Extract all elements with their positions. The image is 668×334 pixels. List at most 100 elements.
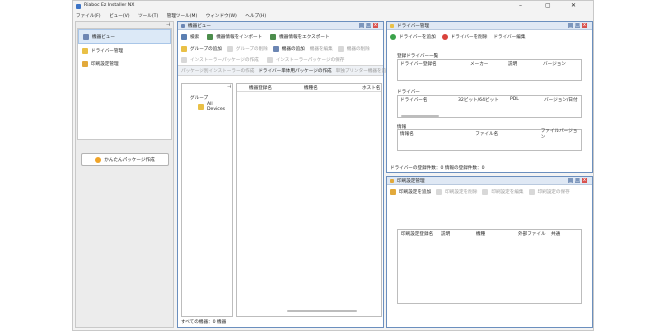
- nav-item-label: ドライバー管理: [91, 48, 124, 54]
- nav-item-print-settings[interactable]: 印刷設定管理: [78, 57, 171, 70]
- menu-window[interactable]: ウィンドウ(W): [206, 12, 237, 21]
- edit-driver-button[interactable]: ドライバー編集: [493, 34, 525, 40]
- delete-device-button[interactable]: 機器の削除: [337, 45, 370, 52]
- panel-close-button[interactable]: x: [582, 178, 587, 183]
- group-tree[interactable]: ⊣ グループ All Devices: [181, 83, 233, 317]
- menu-file[interactable]: ファイル(F): [76, 12, 101, 21]
- edit-device-button[interactable]: 機器を編集: [310, 46, 333, 52]
- package-icon: [181, 56, 187, 63]
- print-settings-list: 印刷設定登録名 説明 機種 外部ファイル 共通: [397, 229, 582, 304]
- add-group-button[interactable]: グループの追加: [181, 45, 222, 52]
- nav-item-label: 機器ビュー: [92, 34, 115, 40]
- search-button[interactable]: 検索: [181, 33, 200, 40]
- tab-driver-package[interactable]: ドライバー単体用パッケージの作成: [258, 68, 331, 74]
- nav-item-device-view[interactable]: 機器ビュー: [78, 29, 171, 44]
- print-settings-panel: 印刷設定管理 _ □ x 印刷設定を追加 印刷設定を削除 印刷設定を編集 印刷設…: [386, 176, 593, 328]
- export-label: 機器情報をエクスポート: [279, 34, 330, 40]
- export-button[interactable]: 機器情報をエクスポート: [270, 33, 330, 40]
- tab-add-printer[interactable]: 単独プリンター機器を追加: [336, 68, 391, 74]
- package-create-label: かんたんパッケージ作成: [104, 157, 155, 163]
- delete-driver-button[interactable]: ドライバーを削除: [441, 33, 487, 40]
- menu-tools[interactable]: ツール(T): [138, 12, 158, 21]
- delete-group-button[interactable]: グループの削除: [226, 45, 268, 52]
- add-device-button[interactable]: 機器の追加: [272, 45, 305, 52]
- column-version-date[interactable]: バージョン/日付: [544, 97, 578, 103]
- column-print-setting-name[interactable]: 印刷設定登録名: [401, 231, 441, 237]
- registered-driver-list: ドライバー登録名 メーカー 説明 バージョン: [397, 59, 582, 81]
- edit-device-label: 機器を編集: [309, 46, 333, 52]
- title-bar: Riaboc Ez Installer NX – ▢ ✕: [73, 1, 593, 12]
- device-toolbar-3: インストーラーパッケージの作成 インストーラーパッケージの保存: [178, 55, 383, 64]
- column-driver-reg-name[interactable]: ドライバー登録名: [400, 61, 470, 67]
- driver-toolbar: ドライバーを追加 ドライバーを削除 ドライバー編集: [387, 32, 592, 41]
- tab-package-installer[interactable]: パッケージ別インストーラーの作成: [181, 68, 254, 74]
- print-add-icon: [390, 188, 396, 195]
- save-installer-button[interactable]: インストーラーパッケージの保存: [266, 56, 344, 63]
- create-installer-button[interactable]: インストーラーパッケージの作成: [181, 56, 259, 63]
- nav-item-driver-mgmt[interactable]: ドライバー管理: [78, 44, 171, 57]
- package-icon: [95, 156, 102, 163]
- save-print-setting-button[interactable]: 印刷設定の保存: [528, 188, 570, 195]
- add-device-label: 機器の追加: [281, 46, 305, 52]
- search-icon: [181, 33, 187, 40]
- device-list-header: 機器登録名 機種名 ホスト名: [237, 84, 381, 92]
- package-create-button[interactable]: かんたんパッケージ作成: [81, 153, 169, 166]
- column-file-name[interactable]: ファイル名: [475, 131, 540, 137]
- column-device-name[interactable]: 機器登録名: [249, 85, 304, 91]
- horizontal-scrollbar[interactable]: [401, 115, 439, 117]
- column-host[interactable]: ホスト名: [362, 85, 380, 91]
- tree-item-all-devices[interactable]: All Devices: [198, 102, 232, 112]
- panel-title: ドライバー管理: [397, 23, 430, 29]
- add-print-setting-button[interactable]: 印刷設定を追加: [390, 188, 431, 195]
- device-toolbar-2: グループの追加 グループの削除 機器の追加 機器を編集 機器の削除: [178, 44, 383, 53]
- column-model[interactable]: 機種: [476, 231, 518, 237]
- search-label: 検索: [190, 34, 200, 40]
- pin-icon[interactable]: ⊣: [227, 84, 231, 90]
- panel-maximize-button[interactable]: □: [366, 23, 371, 28]
- panel-minimize-button[interactable]: _: [568, 178, 573, 183]
- panel-maximize-button[interactable]: □: [575, 23, 580, 28]
- panel-minimize-button[interactable]: _: [568, 23, 573, 28]
- column-bitness[interactable]: 32ビット/64ビット: [458, 97, 510, 103]
- nav-item-label: 印刷設定管理: [91, 61, 119, 67]
- app-window: Riaboc Ez Installer NX – ▢ ✕ ファイル(F) ビュー…: [72, 0, 594, 331]
- menu-view[interactable]: ビュー(V): [109, 12, 130, 21]
- device-list: 機器登録名 機種名 ホスト名: [236, 83, 382, 317]
- column-common[interactable]: 共通: [551, 231, 560, 237]
- panel-maximize-button[interactable]: □: [575, 178, 580, 183]
- minimize-button[interactable]: –: [519, 2, 522, 9]
- menu-help[interactable]: ヘルプ(H): [245, 12, 266, 21]
- column-model[interactable]: 機種名: [304, 85, 362, 91]
- column-file-version[interactable]: ファイルバージョン: [541, 128, 581, 140]
- column-version[interactable]: バージョン: [543, 61, 566, 67]
- add-driver-button[interactable]: ドライバーを追加: [390, 33, 436, 40]
- device-view-panel: 機器ビュー _ □ x 検索 機器情報をインポート 機器情報をエクスポート グル…: [177, 21, 391, 328]
- save-print-setting-label: 印刷設定の保存: [537, 189, 570, 195]
- panel-close-button[interactable]: x: [582, 23, 587, 28]
- import-button[interactable]: 機器情報をインポート: [207, 33, 262, 40]
- column-pdl[interactable]: PDL: [510, 97, 544, 102]
- device-toolbar-1: 検索 機器情報をインポート 機器情報をエクスポート: [178, 32, 383, 41]
- device-add-icon: [272, 45, 279, 52]
- driver-list-header: ドライバー名 32ビット/64ビット PDL バージョン/日付: [398, 96, 581, 103]
- column-driver-name[interactable]: ドライバー名: [400, 97, 458, 103]
- horizontal-scrollbar[interactable]: [287, 310, 357, 312]
- column-maker[interactable]: メーカー: [470, 61, 508, 67]
- column-description[interactable]: 説明: [441, 231, 476, 237]
- minus-icon: [441, 33, 448, 40]
- edit-print-setting-button[interactable]: 印刷設定を編集: [482, 188, 524, 195]
- delete-print-setting-button[interactable]: 印刷設定を削除: [436, 188, 477, 195]
- panel-minimize-button[interactable]: _: [359, 23, 364, 28]
- print-delete-icon: [436, 188, 443, 195]
- device-view-titlebar: 機器ビュー _ □ x: [178, 22, 383, 30]
- column-external-file[interactable]: 外部ファイル: [518, 231, 551, 237]
- maximize-button[interactable]: ▢: [545, 2, 551, 9]
- close-button[interactable]: ✕: [571, 2, 576, 9]
- column-info-name[interactable]: 情報名: [400, 131, 475, 137]
- print-edit-icon: [482, 188, 489, 195]
- add-group-label: グループの追加: [190, 46, 222, 52]
- panel-close-button[interactable]: x: [373, 23, 378, 28]
- import-icon: [207, 33, 214, 40]
- column-description[interactable]: 説明: [508, 61, 543, 67]
- menu-admin-tools[interactable]: 管理ツール(M): [167, 12, 198, 21]
